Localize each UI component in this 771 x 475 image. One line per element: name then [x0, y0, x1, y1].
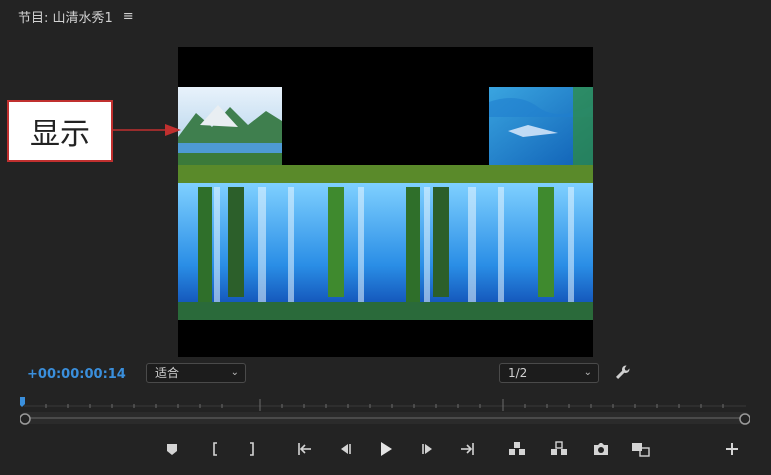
- chevron-down-icon: ⌄: [230, 367, 239, 378]
- transport-controls: [0, 437, 771, 461]
- comparison-view-button[interactable]: [629, 437, 653, 461]
- step-back-icon: [341, 444, 351, 454]
- playback-resolution-select[interactable]: 1/2 ⌄: [499, 363, 599, 383]
- wrench-settings-icon[interactable]: [613, 363, 633, 383]
- monitor-controls-row: +00:00:00:14 适合 ⌄ 1/2 ⌄: [0, 360, 771, 386]
- lift-button[interactable]: [505, 437, 529, 461]
- scene-thumbnail-right: [489, 87, 593, 165]
- go-to-in-icon: [298, 443, 311, 455]
- lift-icon: [509, 442, 525, 455]
- video-frame: [178, 47, 593, 357]
- step-forward-icon: [422, 444, 432, 454]
- mark-out-icon: [250, 442, 254, 456]
- export-frame-icon: [594, 443, 608, 455]
- go-to-out-button[interactable]: [455, 437, 479, 461]
- chevron-down-icon: ⌄: [583, 367, 592, 378]
- panel-header: 节目: 山清水秀1 ≡: [18, 6, 134, 26]
- add-marker-button[interactable]: [160, 437, 184, 461]
- scroll-handle-left[interactable]: [20, 413, 31, 425]
- hamburger-menu-icon[interactable]: ≡: [123, 9, 134, 24]
- add-marker-icon: [167, 444, 177, 455]
- extract-icon: [551, 441, 567, 455]
- step-forward-button[interactable]: [416, 437, 440, 461]
- comparison-view-icon: [632, 443, 650, 457]
- scroll-handle-right[interactable]: [739, 413, 750, 425]
- program-monitor-viewer[interactable]: [178, 47, 593, 357]
- step-back-button[interactable]: [333, 437, 357, 461]
- playback-resolution-value: 1/2: [508, 366, 528, 380]
- button-editor-plus-icon: [726, 443, 738, 455]
- scene-thumbnail-left: [178, 87, 282, 165]
- mark-in-icon: [213, 442, 217, 456]
- go-to-out-icon: [461, 443, 474, 455]
- extract-button[interactable]: [547, 437, 571, 461]
- callout-label: 显示: [7, 100, 113, 162]
- export-frame-button[interactable]: [589, 437, 613, 461]
- go-to-in-button[interactable]: [293, 437, 317, 461]
- button-editor-button[interactable]: [720, 437, 744, 461]
- play-icon: [381, 442, 392, 456]
- playhead-timecode[interactable]: +00:00:00:14: [27, 367, 126, 382]
- zoom-level-value: 适合: [155, 366, 180, 380]
- time-ruler[interactable]: [20, 395, 750, 435]
- scene-waterfall: [178, 165, 593, 320]
- mark-in-button[interactable]: [203, 437, 227, 461]
- panel-title[interactable]: 节目: 山清水秀1: [18, 7, 113, 26]
- callout-arrow-icon: [113, 124, 181, 136]
- play-button[interactable]: [374, 437, 398, 461]
- program-monitor-panel: 节目: 山清水秀1 ≡ 显示 +00:00:00:14 适合 ⌄ 1/2 ⌄: [0, 0, 771, 475]
- zoom-level-select[interactable]: 适合 ⌄: [146, 363, 246, 383]
- mark-out-button[interactable]: [240, 437, 264, 461]
